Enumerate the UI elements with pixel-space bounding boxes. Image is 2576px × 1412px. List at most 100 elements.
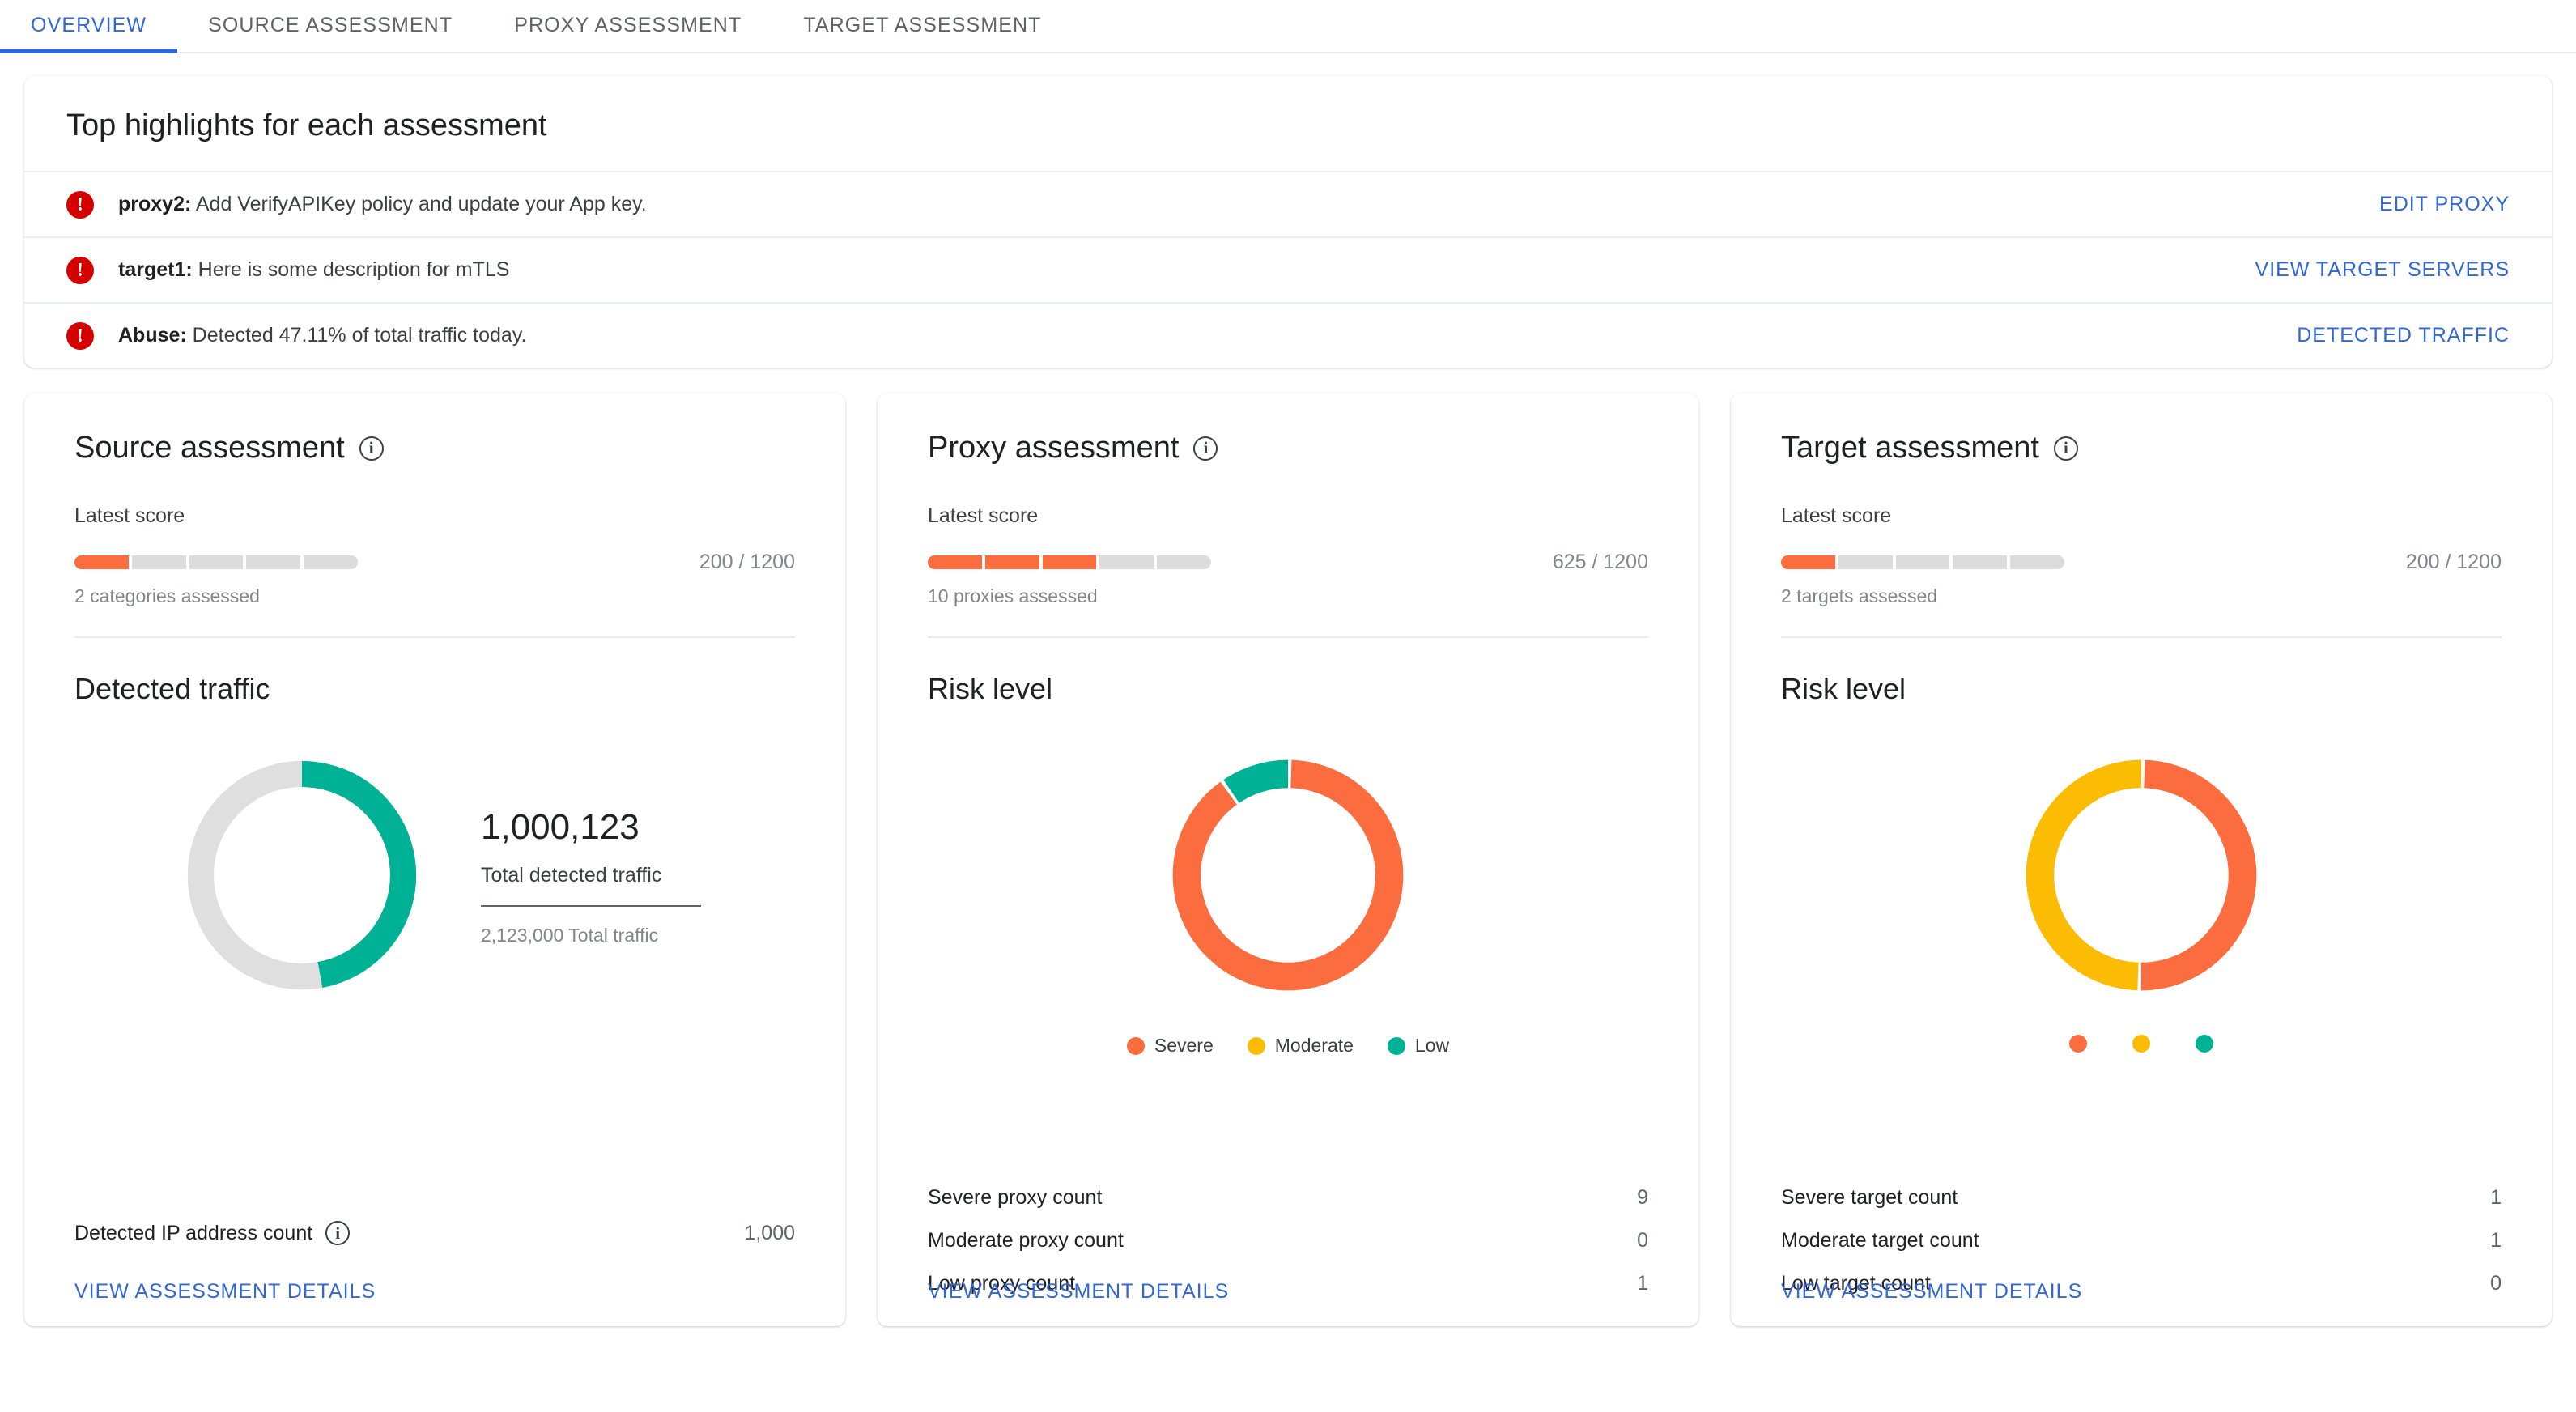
proxy-risk-level-donut: Severe Moderate Low — [928, 714, 1648, 1057]
card-divider — [1781, 636, 2502, 638]
card-header: Target assessment i — [1781, 431, 2502, 466]
detected-traffic-title: Detected traffic — [74, 672, 270, 705]
legend-label: Severe — [1154, 1035, 1214, 1056]
score-segment — [304, 555, 358, 569]
proxy-assessment-card: Proxy assessment i Latest score 625 / 12… — [878, 393, 1698, 1326]
legend-item-low: Low — [2196, 1035, 2213, 1053]
legend-label: Moderate — [1274, 1035, 1354, 1056]
donut-chart-svg — [2026, 759, 2257, 991]
score-segment — [131, 555, 186, 569]
score-segment — [1781, 555, 1835, 569]
proxy-view-assessment-details-link[interactable]: VIEW ASSESSMENT DETAILS — [928, 1280, 1229, 1303]
info-icon[interactable]: i — [1193, 436, 1218, 461]
highlight-text: Abuse: Detected 47.11% of total traffic … — [118, 324, 2297, 347]
legend-label: Low — [1414, 1035, 1450, 1056]
target-counts-list: Severe target count 1 Moderate target co… — [1781, 1176, 2502, 1326]
severe-color-dot — [1126, 1036, 1145, 1055]
highlight-description: Detected 47.11% of total traffic today. — [186, 324, 527, 347]
card-footer: VIEW ASSESSMENT DETAILS — [74, 1280, 376, 1304]
legend-item-moderate: Moderate — [2132, 1035, 2150, 1053]
donut-chart-svg — [1172, 759, 1404, 991]
detected-traffic-link[interactable]: DETECTED TRAFFIC — [2297, 324, 2510, 347]
proxy-assessed-count: 10 proxies assessed — [928, 585, 1098, 606]
source-assessment-card: Source assessment i Latest score 200 / 1… — [24, 393, 845, 1326]
score-segment — [74, 555, 129, 569]
source-score-value: 200 / 1200 — [699, 551, 795, 573]
source-score-bar — [74, 555, 358, 569]
legend-item-severe: Severe — [1126, 1035, 1214, 1057]
card-header: Proxy assessment i — [928, 431, 1648, 466]
detected-ip-address-label: Detected IP address count — [74, 1221, 313, 1244]
donut-chart-svg — [187, 760, 417, 990]
assessment-cards-row: Source assessment i Latest score 200 / 1… — [24, 393, 2552, 1326]
proxy-counts-list: Severe proxy count 9 Moderate proxy coun… — [928, 1176, 1648, 1326]
total-detected-traffic-label: Total detected traffic — [481, 864, 701, 907]
tab-overview[interactable]: OVERVIEW — [0, 14, 178, 53]
count-value: 0 — [2490, 1272, 2502, 1295]
donut-stats: 1,000,123 Total detected traffic 2,123,0… — [481, 804, 701, 946]
count-value: 9 — [1637, 1186, 1648, 1209]
target-risk-level-donut: Severe Moderate Low — [1781, 714, 2502, 1053]
legend-item-low: Low — [1387, 1035, 1450, 1057]
highlight-description: Add VerifyAPIKey policy and update your … — [191, 193, 647, 215]
count-label: Severe target count — [1781, 1186, 1958, 1209]
target-assessed-count: 2 targets assessed — [1781, 585, 1938, 606]
score-row: 625 / 1200 — [928, 551, 1648, 574]
target-assessment-card: Target assessment i Latest score 200 / 1… — [1731, 393, 2552, 1326]
legend-item-severe: Severe — [2069, 1035, 2087, 1053]
score-segment — [984, 555, 1039, 569]
score-segment — [1042, 555, 1097, 569]
highlight-subject: Abuse: — [118, 324, 187, 347]
count-label: Moderate proxy count — [928, 1229, 1124, 1252]
count-row-severe: Severe target count 1 — [1781, 1176, 2502, 1219]
score-row: 200 / 1200 — [1781, 551, 2502, 574]
highlight-subject: target1: — [118, 258, 193, 281]
target-card-title: Target assessment — [1781, 431, 2039, 465]
score-segment — [1838, 555, 1893, 569]
source-assessed-count: 2 categories assessed — [74, 585, 260, 606]
highlight-description: Here is some description for mTLS — [192, 258, 510, 281]
source-card-title: Source assessment — [74, 431, 345, 465]
info-icon[interactable]: i — [2053, 436, 2078, 461]
score-segment — [189, 555, 244, 569]
legend-item-moderate: Moderate — [1247, 1035, 1354, 1057]
highlight-subject: proxy2: — [118, 193, 192, 215]
error-icon: ! — [66, 256, 94, 284]
latest-score-label: Latest score — [928, 504, 1039, 527]
severe-color-dot — [2069, 1035, 2087, 1053]
score-segment — [2010, 555, 2064, 569]
card-header: Source assessment i — [74, 431, 795, 466]
target-risk-legend: Severe Moderate Low — [2069, 1035, 2213, 1053]
tab-source-assessment[interactable]: SOURCE ASSESSMENT — [177, 14, 483, 52]
count-value: 0 — [1637, 1229, 1648, 1252]
low-color-dot — [2196, 1035, 2213, 1053]
count-value: 1 — [2490, 1186, 2502, 1209]
score-row: 200 / 1200 — [74, 551, 795, 574]
moderate-color-dot — [2132, 1035, 2150, 1053]
error-icon: ! — [66, 190, 94, 219]
info-icon[interactable]: i — [325, 1221, 351, 1245]
latest-score-label: Latest score — [74, 504, 185, 527]
proxy-risk-level-title: Risk level — [928, 672, 1053, 705]
latest-score-label: Latest score — [1781, 504, 1892, 527]
tab-proxy-assessment[interactable]: PROXY ASSESSMENT — [483, 14, 772, 52]
target-score-value: 200 / 1200 — [2405, 551, 2502, 573]
count-row-moderate: Moderate target count 1 — [1781, 1219, 2502, 1262]
edit-proxy-link[interactable]: EDIT PROXY — [2379, 193, 2510, 216]
score-segment — [1895, 555, 1950, 569]
tab-target-assessment[interactable]: TARGET ASSESSMENT — [772, 14, 1072, 52]
view-target-servers-link[interactable]: VIEW TARGET SERVERS — [2255, 258, 2510, 282]
highlight-text: target1: Here is some description for mT… — [118, 258, 2255, 282]
moderate-color-dot — [1247, 1036, 1265, 1055]
count-value: 1 — [1637, 1272, 1648, 1295]
total-traffic-label: 2,123,000 Total traffic — [481, 925, 659, 946]
source-view-assessment-details-link[interactable]: VIEW ASSESSMENT DETAILS — [74, 1280, 376, 1303]
highlights-title: Top highlights for each assessment — [66, 108, 547, 142]
score-segment — [1099, 555, 1154, 569]
score-segment — [928, 555, 982, 569]
target-view-assessment-details-link[interactable]: VIEW ASSESSMENT DETAILS — [1781, 1280, 2082, 1303]
card-footer: VIEW ASSESSMENT DETAILS — [1781, 1280, 2082, 1304]
source-detected-traffic-donut: 1,000,123 Total detected traffic 2,123,0… — [74, 714, 795, 1009]
info-icon[interactable]: i — [359, 436, 384, 461]
count-row-moderate: Moderate proxy count 0 — [928, 1219, 1648, 1262]
